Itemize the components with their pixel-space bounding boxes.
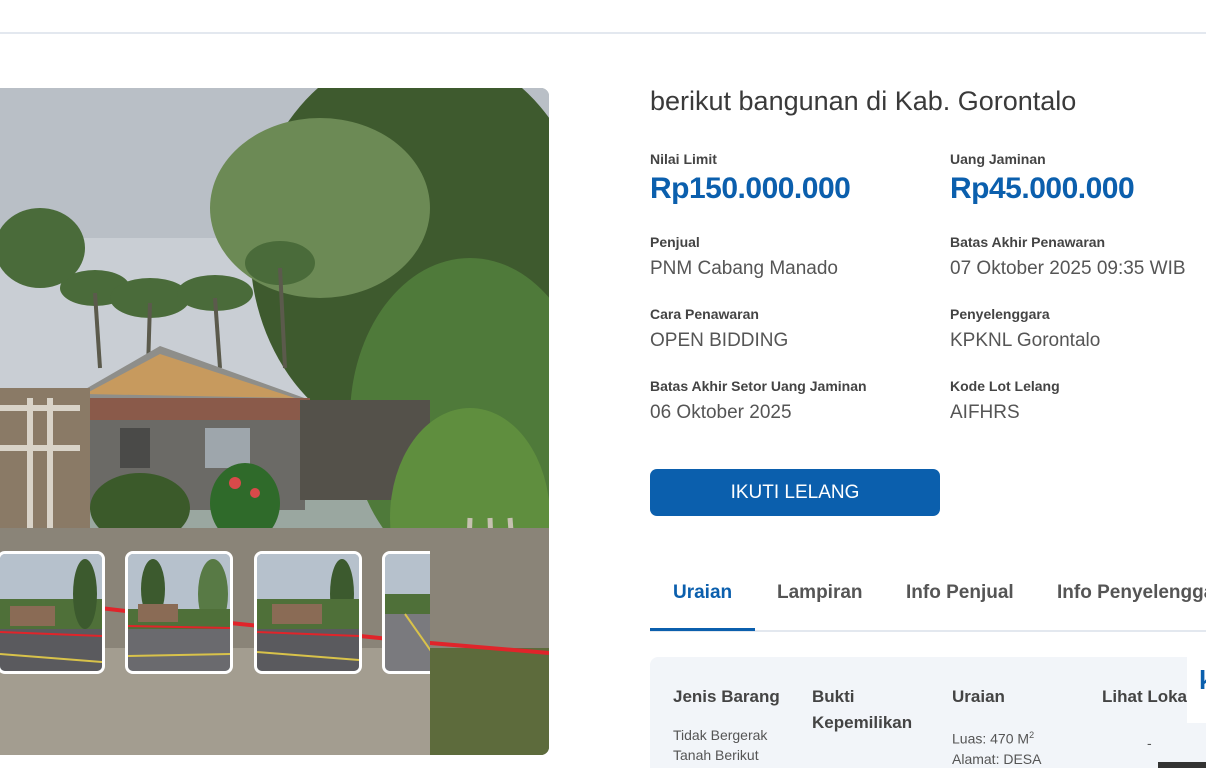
edge-glyph: k — [1199, 665, 1206, 696]
ikuti-lelang-button[interactable]: IKUTI LELANG — [650, 469, 940, 516]
batas-setor-jaminan-value: 06 Oktober 2025 — [650, 402, 792, 423]
penyelenggara-value: KPKNL Gorontalo — [950, 330, 1101, 351]
header-uraian: Uraian — [952, 687, 1005, 706]
batas-akhir-penawaran-value: 07 Oktober 2025 09:35 WIB — [950, 258, 1186, 279]
detail-tabs: Uraian Lampiran Info Penjual Info Penyel… — [650, 578, 1206, 632]
thumbnail-2[interactable] — [125, 551, 233, 674]
detail-table: Jenis Barang Bukti Kepemilikan Uraian Li… — [650, 657, 1206, 768]
cell-uraian-alamat: Alamat: DESA — [952, 750, 1042, 767]
thumbnail-4[interactable] — [382, 551, 430, 674]
header-bukti-kepemilikan: Bukti Kepemilikan — [812, 687, 913, 732]
tab-lampiran[interactable]: Lampiran — [777, 582, 863, 604]
cara-penawaran-value: OPEN BIDDING — [650, 330, 789, 351]
header-jenis-barang: Jenis Barang — [673, 687, 780, 706]
cara-penawaran-label: Cara Penawaran — [650, 306, 759, 322]
tab-info-penjual[interactable]: Info Penjual — [906, 582, 1014, 604]
penyelenggara-label: Penyelenggara — [950, 306, 1050, 322]
nilai-limit-label: Nilai Limit — [650, 151, 717, 167]
kode-lot-value: AIFHRS — [950, 402, 1020, 423]
nilai-limit-value: Rp150.000.000 — [650, 172, 851, 205]
tab-uraian[interactable]: Uraian — [673, 582, 732, 604]
uang-jaminan-label: Uang Jaminan — [950, 151, 1046, 167]
penjual-value: PNM Cabang Manado — [650, 258, 838, 279]
cell-lihat-lokasi[interactable]: - — [1147, 733, 1152, 753]
edge-tab[interactable]: k — [1187, 657, 1206, 723]
cell-uraian-sup: 2 — [1029, 730, 1035, 740]
tab-info-penyelenggara[interactable]: Info Penyelenggara — [1057, 582, 1206, 604]
penjual-label: Penjual — [650, 234, 700, 250]
property-photo[interactable] — [0, 88, 549, 755]
cell-jenis-barang: Tidak Bergerak Tanah Berikut — [673, 727, 768, 763]
uang-jaminan-value: Rp45.000.000 — [950, 172, 1135, 205]
listing-title: berikut bangunan di Kab. Gorontalo — [650, 86, 1077, 116]
thumbnail-1[interactable] — [0, 551, 105, 674]
batas-setor-jaminan-label: Batas Akhir Setor Uang Jaminan — [650, 378, 867, 394]
cell-uraian-luas: Luas: 470 M — [952, 730, 1030, 747]
kode-lot-label: Kode Lot Lelang — [950, 378, 1060, 394]
active-tab-indicator — [650, 628, 755, 631]
corner-widget — [1158, 762, 1206, 768]
cell-uraian: Luas: 470 M2 Alamat: DESA — [952, 725, 1092, 768]
thumbnail-3[interactable] — [254, 551, 362, 674]
batas-akhir-penawaran-label: Batas Akhir Penawaran — [950, 234, 1106, 250]
top-navigation-bar — [0, 0, 1206, 34]
thumbnail-strip — [0, 551, 430, 674]
